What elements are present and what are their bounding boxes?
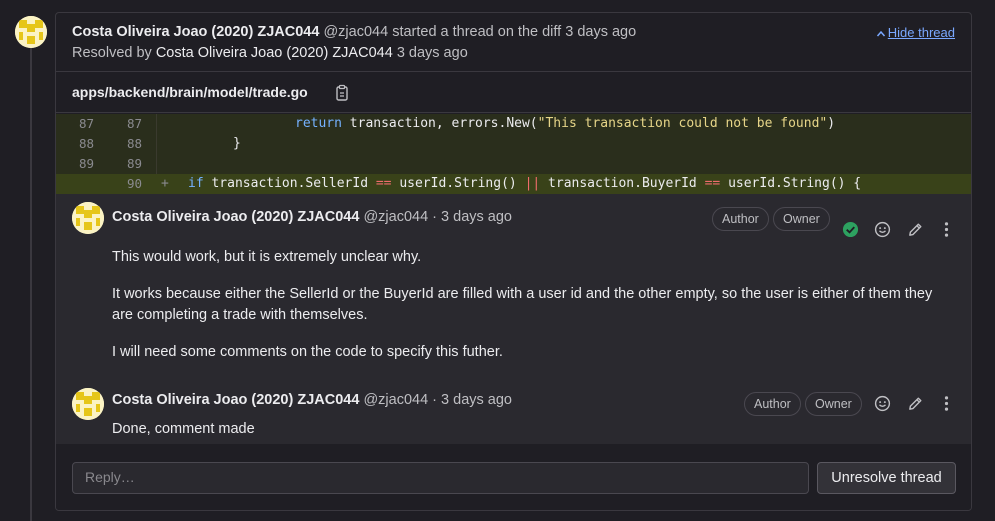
new-line-number[interactable]: 90 bbox=[114, 176, 142, 191]
old-line-number[interactable]: 88 bbox=[66, 136, 94, 151]
code-string: "This transaction could not be found" bbox=[537, 116, 828, 131]
resolved-check-icon[interactable] bbox=[842, 221, 862, 241]
note-paragraph: I will need some comments on the code to… bbox=[112, 344, 503, 360]
added-line-marker: + bbox=[161, 176, 169, 191]
hide-thread-button[interactable]: Hide thread bbox=[876, 25, 955, 40]
thread-header: Costa Oliveira Joao (2020) ZJAC044 @zjac… bbox=[56, 13, 971, 72]
note-meta: @zjac044 · 3 days ago bbox=[363, 392, 512, 408]
note-author-name[interactable]: Costa Oliveira Joao (2020) ZJAC044 bbox=[112, 392, 359, 408]
resolved-time: 3 days ago bbox=[396, 45, 468, 61]
note-body: Done, comment made bbox=[112, 419, 255, 440]
thread-author-name[interactable]: Costa Oliveira Joao (2020) ZJAC044 bbox=[72, 24, 319, 40]
diff-line: 89 89 bbox=[56, 154, 971, 174]
new-line-number[interactable]: 87 bbox=[114, 116, 142, 131]
thread-avatar[interactable] bbox=[15, 16, 47, 48]
add-reaction-icon[interactable] bbox=[874, 221, 894, 241]
file-path[interactable]: apps/backend/brain/model/trade.go bbox=[72, 84, 308, 100]
thread-time: 3 days ago bbox=[565, 24, 637, 40]
identicon-icon bbox=[72, 202, 104, 234]
new-line-number[interactable]: 88 bbox=[114, 136, 142, 151]
code-text: } bbox=[233, 136, 241, 151]
more-actions-icon[interactable] bbox=[938, 395, 958, 415]
note-meta: @zjac044 · 3 days ago bbox=[363, 209, 512, 225]
code-operator: == bbox=[704, 176, 721, 191]
note-author-name[interactable]: Costa Oliveira Joao (2020) ZJAC044 bbox=[112, 209, 359, 225]
diff-line: 88 88 } bbox=[56, 134, 971, 154]
code-keyword: return bbox=[295, 116, 342, 131]
note-paragraph: Done, comment made bbox=[112, 421, 255, 437]
note-avatar[interactable] bbox=[72, 202, 104, 234]
timeline-line bbox=[30, 40, 32, 521]
discussion-notes: Costa Oliveira Joao (2020) ZJAC044 @zjac… bbox=[56, 194, 971, 444]
code-text: transaction, errors.New( bbox=[341, 116, 538, 131]
author-badge: Author bbox=[712, 207, 769, 231]
thread-action-text: started a thread on the diff bbox=[392, 24, 562, 40]
more-actions-icon[interactable] bbox=[938, 221, 958, 241]
author-badge: Author bbox=[744, 392, 801, 416]
note-paragraph: It works because either the SellerId or … bbox=[112, 286, 933, 323]
diff-line: 87 87 return transaction, errors.New("Th… bbox=[56, 114, 971, 134]
identicon-icon bbox=[15, 16, 47, 48]
reply-area: Reply… Unresolve thread bbox=[56, 444, 971, 510]
code-operator: || bbox=[524, 176, 541, 191]
hide-thread-label: Hide thread bbox=[887, 25, 955, 40]
code-text: userId.String() { bbox=[720, 176, 862, 191]
owner-badge: Owner bbox=[773, 207, 830, 231]
old-line-number[interactable]: 89 bbox=[66, 156, 94, 171]
note-avatar[interactable] bbox=[72, 388, 104, 420]
discussion-thread: Costa Oliveira Joao (2020) ZJAC044 @zjac… bbox=[55, 12, 972, 511]
diff-snippet: 87 87 return transaction, errors.New("Th… bbox=[56, 114, 971, 194]
old-line-number[interactable]: 87 bbox=[66, 116, 94, 131]
code-text: transaction.BuyerId bbox=[540, 176, 705, 191]
code-text: userId.String() bbox=[391, 176, 525, 191]
add-reaction-icon[interactable] bbox=[874, 395, 894, 415]
new-line-number[interactable]: 89 bbox=[114, 156, 142, 171]
reply-input[interactable]: Reply… bbox=[72, 462, 809, 494]
thread-author-handle[interactable]: @zjac044 bbox=[323, 24, 388, 40]
identicon-icon bbox=[72, 388, 104, 420]
unresolve-thread-button[interactable]: Unresolve thread bbox=[817, 462, 956, 494]
edit-pencil-icon[interactable] bbox=[907, 221, 927, 241]
diff-line-added: 90 + if transaction.SellerId == userId.S… bbox=[56, 174, 971, 194]
chevron-up-icon bbox=[876, 30, 885, 37]
code-text: transaction.SellerId bbox=[203, 176, 376, 191]
code-text: ) bbox=[827, 116, 836, 131]
owner-badge: Owner bbox=[805, 392, 862, 416]
code-operator: == bbox=[375, 176, 392, 191]
resolved-prefix: Resolved by bbox=[72, 45, 152, 61]
file-header: apps/backend/brain/model/trade.go bbox=[56, 73, 971, 113]
resolved-by-name[interactable]: Costa Oliveira Joao (2020) ZJAC044 bbox=[156, 45, 393, 61]
code-keyword: if bbox=[188, 176, 204, 191]
copy-file-path-icon[interactable] bbox=[334, 83, 350, 103]
edit-pencil-icon[interactable] bbox=[907, 395, 927, 415]
note-body: This would work, but it is extremely unc… bbox=[112, 247, 952, 363]
note-paragraph: This would work, but it is extremely unc… bbox=[112, 249, 422, 265]
